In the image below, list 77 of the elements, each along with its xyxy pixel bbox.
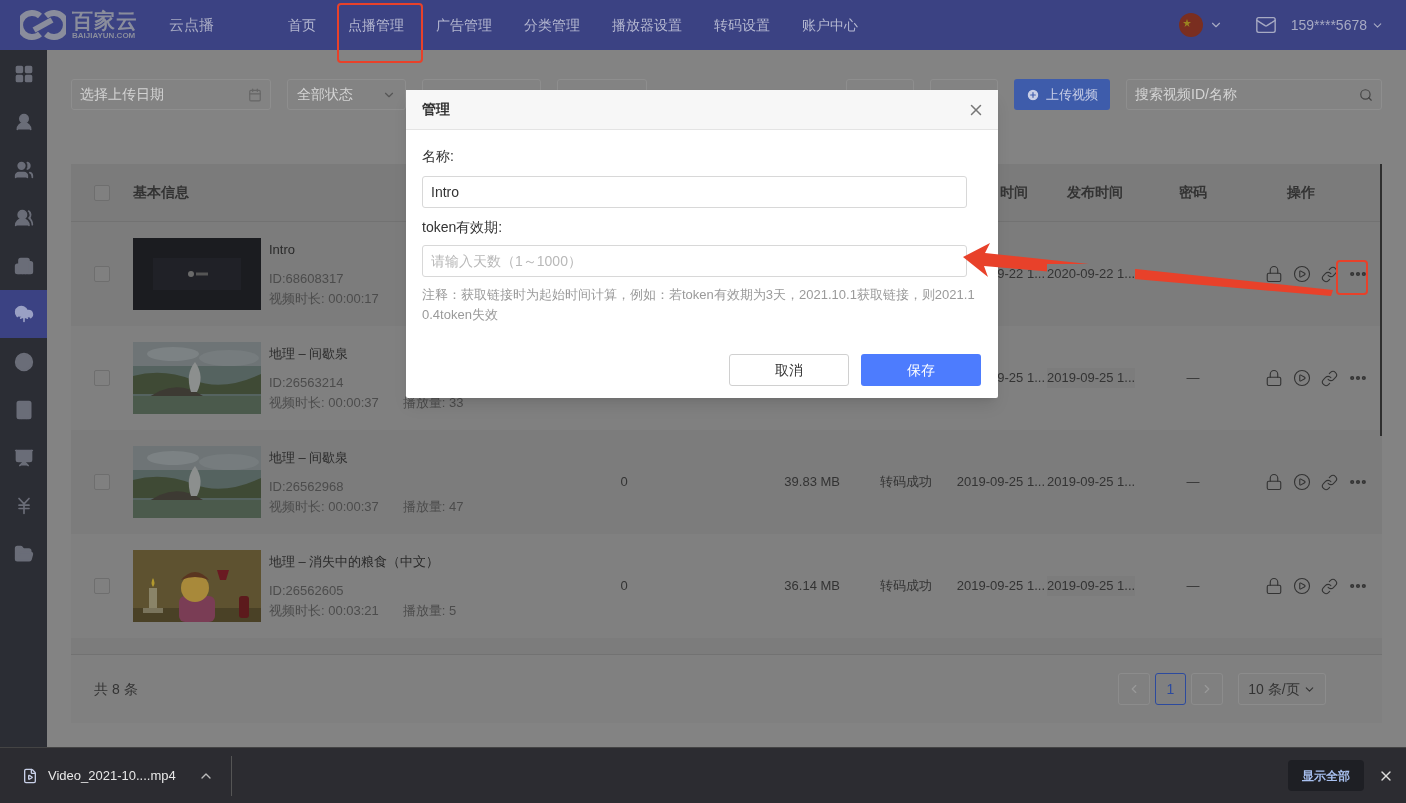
- search-placeholder: 搜索视频ID/名称: [1135, 85, 1237, 104]
- plus-icon: [1026, 87, 1040, 102]
- date-placeholder: 选择上传日期: [80, 85, 164, 104]
- highlight-box: [1336, 260, 1368, 295]
- dialog-title: 管理: [422, 100, 450, 119]
- password-cell-text: —: [1185, 577, 1201, 596]
- password-cell-text: —: [1185, 473, 1201, 492]
- table-cell-text: 0: [619, 473, 629, 492]
- column-header: 时间: [999, 183, 1029, 202]
- show-all-button[interactable]: 显示全部: [1288, 760, 1364, 791]
- nav-link[interactable]: 分类管理: [524, 14, 580, 36]
- group-icon: [13, 208, 34, 228]
- presenter-icon: [13, 448, 34, 468]
- token-input[interactable]: 请输入天数（1～1000）: [422, 245, 967, 277]
- column-header: 基本信息: [133, 183, 189, 202]
- upload-time: 2019-09-25 1...: [955, 473, 1045, 492]
- cloud-upload-icon: [13, 304, 34, 324]
- name-input[interactable]: Intro: [422, 176, 967, 208]
- logo-icon: [20, 8, 66, 42]
- logo-name: 百家云: [72, 10, 138, 31]
- nav-link[interactable]: 账户中心: [802, 14, 858, 36]
- lock-icon[interactable]: [1265, 369, 1283, 387]
- nav-link[interactable]: 播放器设置: [612, 14, 682, 36]
- link-icon[interactable]: [1321, 265, 1338, 283]
- cancel-button[interactable]: 取消: [729, 354, 849, 386]
- publish-time: 2019-09-25 1...: [1047, 368, 1136, 388]
- save-button[interactable]: 保存: [861, 354, 981, 386]
- lock-icon[interactable]: [1265, 473, 1283, 491]
- folder-icon: [13, 544, 34, 564]
- status-text: 转码成功: [879, 577, 933, 596]
- person-icon: [13, 112, 34, 132]
- video-title[interactable]: 地理 – 间歇泉: [269, 448, 464, 468]
- logo-domain: BAIJIAYUN.COM: [72, 32, 137, 40]
- upload-time: 2019-09-25 1...: [955, 577, 1045, 596]
- product-name: 云点播: [168, 14, 215, 35]
- password-cell-text: —: [1185, 369, 1201, 388]
- column-header: 操作: [1285, 183, 1316, 202]
- search-field[interactable]: 搜索视频ID/名称: [1126, 79, 1382, 110]
- grid-icon: [13, 64, 34, 84]
- account-name[interactable]: 159****5678: [1290, 14, 1367, 36]
- lock-icon[interactable]: [1265, 577, 1283, 595]
- video-title[interactable]: 地理 – 消失中的粮食（中文）: [269, 552, 457, 572]
- column-header: 发布时间: [1066, 183, 1124, 202]
- file-size: 36.14 MB: [783, 577, 841, 596]
- calendar-icon: [248, 87, 262, 102]
- page-size-select[interactable]: 10 条/页: [1238, 673, 1326, 705]
- link-icon[interactable]: [1321, 369, 1338, 387]
- nav-link[interactable]: 首页: [288, 14, 316, 36]
- download-file-name[interactable]: Video_2021-10....mp4: [48, 765, 176, 786]
- people-icon: [13, 160, 34, 180]
- token-label: token有效期:: [422, 218, 504, 236]
- name-label: 名称:: [422, 147, 455, 165]
- publish-time: 2019-09-25 1...: [1047, 576, 1136, 596]
- flag-icon[interactable]: [1178, 13, 1203, 37]
- nav-link[interactable]: 广告管理: [436, 14, 492, 36]
- mail-icon[interactable]: [1254, 14, 1277, 36]
- upload-button[interactable]: 上传视频: [1014, 79, 1110, 110]
- sidebar-item[interactable]: [0, 290, 47, 338]
- video-title[interactable]: Intro: [269, 240, 379, 260]
- link-icon[interactable]: [1321, 577, 1338, 595]
- file-size: 39.83 MB: [783, 473, 841, 492]
- status-select[interactable]: 全部状态: [287, 79, 406, 110]
- token-note: 注释：获取链接时为起始时间计算，例如：若token有效期为3天，2021.10.1获取链接，则2021.10.4token失效: [422, 286, 976, 324]
- total-count: 共 8 条: [94, 679, 138, 699]
- file-icon: [22, 767, 38, 784]
- search-icon: [1359, 87, 1373, 102]
- upload-time: 9-25 1...: [996, 369, 1045, 388]
- column-header: 密码: [1178, 183, 1208, 202]
- status-text: 转码成功: [879, 473, 933, 492]
- date-field[interactable]: 选择上传日期: [71, 79, 271, 110]
- upload-time: 9-22 1...: [996, 265, 1045, 284]
- lock-icon[interactable]: [1265, 265, 1283, 283]
- link-icon[interactable]: [1321, 473, 1338, 491]
- nav-link[interactable]: 转码设置: [714, 14, 770, 36]
- nav-link[interactable]: 点播管理: [348, 14, 404, 36]
- building-icon: [13, 256, 34, 276]
- table-cell-text: 0: [619, 577, 629, 596]
